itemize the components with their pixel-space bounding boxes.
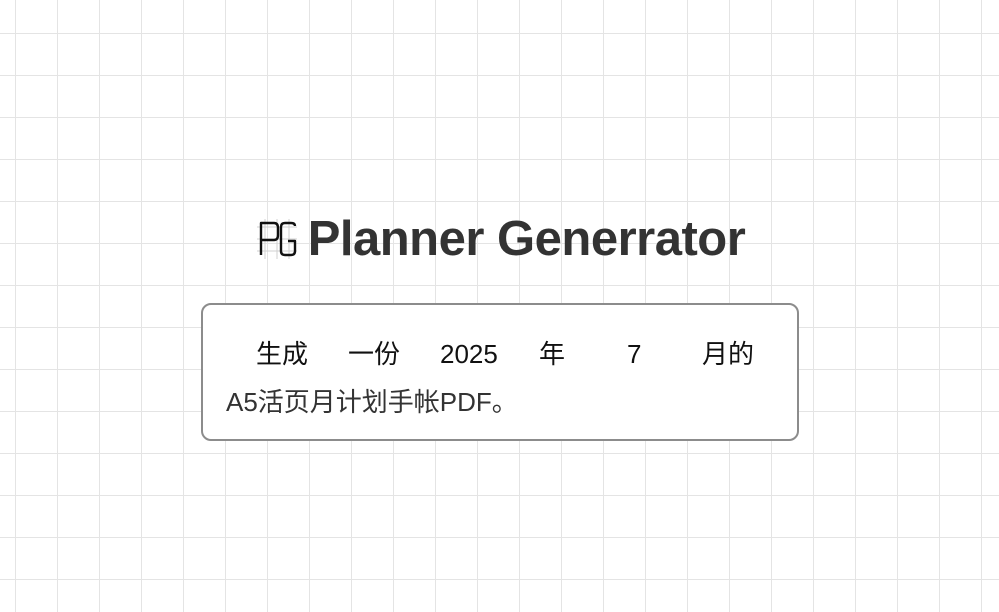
prompt-middle-text: 一份 <box>348 339 401 369</box>
app-header: Planner Generrator <box>0 210 999 268</box>
prompt-suffix-text: A5活页月计划手帐PDF。 <box>226 387 518 417</box>
prompt-prefix-text: 生成 <box>256 339 309 369</box>
prompt-line-1: 生成 一份 2025 年 7 月的 <box>203 337 797 371</box>
year-unit-text: 年 <box>539 339 566 369</box>
pg-monogram-icon <box>254 216 300 262</box>
month-unit-text: 月的 <box>702 339 755 369</box>
year-field[interactable]: 2025 <box>440 337 498 371</box>
app-title: Planner Generrator <box>307 212 746 266</box>
month-field[interactable]: 7 <box>627 337 641 371</box>
planner-prompt-card: 生成 一份 2025 年 7 月的 A5活页月计划手帐PDF。 <box>201 303 799 441</box>
